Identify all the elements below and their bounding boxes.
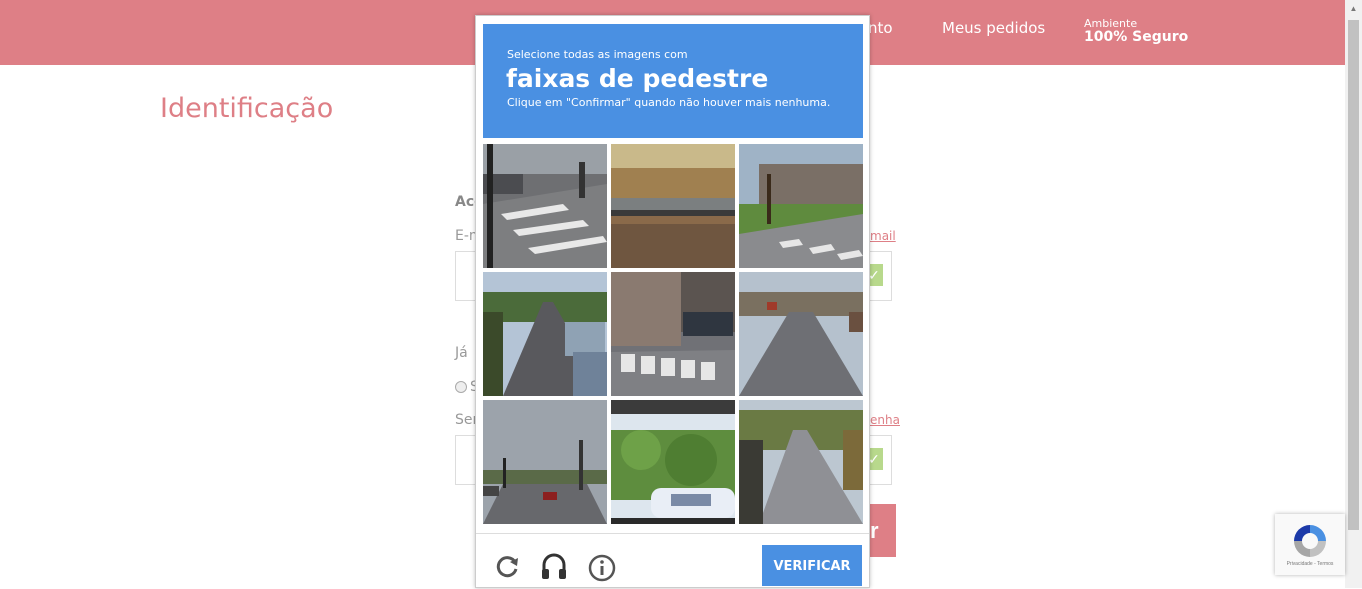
nav-my-orders[interactable]: Meus pedidos <box>942 19 1045 37</box>
password-input[interactable] <box>455 435 477 485</box>
info-icon[interactable] <box>588 554 616 587</box>
captcha-tile-9[interactable] <box>739 400 863 524</box>
verify-button[interactable]: VERIFICAR <box>762 545 862 586</box>
radio-button[interactable] <box>455 381 467 393</box>
captcha-tile-7[interactable] <box>483 400 607 524</box>
captcha-instruction-bottom: Clique em "Confirmar" quando não houver … <box>507 96 831 109</box>
reload-icon[interactable] <box>494 554 520 585</box>
nav-link-partial[interactable]: nto <box>868 19 893 37</box>
captcha-challenge: Selecione todas as imagens com faixas de… <box>475 15 870 588</box>
secure-env-value: 100% Seguro <box>1084 29 1189 45</box>
captcha-target: faixas de pedestre <box>506 64 769 93</box>
email-input[interactable] <box>455 251 477 301</box>
recaptcha-logo-icon <box>1294 525 1326 557</box>
forgot-password-link[interactable]: enha <box>870 413 900 427</box>
page-scrollbar[interactable]: ▲ <box>1345 0 1362 588</box>
captcha-footer: VERIFICAR <box>476 533 869 589</box>
email-help-link[interactable]: mail <box>870 229 896 243</box>
captcha-instructions: Selecione todas as imagens com faixas de… <box>483 24 863 138</box>
scroll-thumb[interactable] <box>1348 20 1359 530</box>
page-title: Identificação <box>160 93 334 124</box>
captcha-tile-3[interactable] <box>739 144 863 268</box>
captcha-instruction-top: Selecione todas as imagens com <box>507 48 688 61</box>
headphones-icon[interactable] <box>541 553 567 586</box>
recaptcha-badge-links[interactable]: Privacidade - Termos <box>1275 561 1345 567</box>
captcha-tile-8[interactable] <box>611 400 735 524</box>
captcha-tile-4[interactable] <box>483 272 607 396</box>
scroll-up-arrow-icon[interactable]: ▲ <box>1345 0 1362 17</box>
recaptcha-badge[interactable]: Privacidade - Termos <box>1275 514 1345 575</box>
captcha-tile-6[interactable] <box>739 272 863 396</box>
captcha-tile-2[interactable] <box>611 144 735 268</box>
captcha-tile-5[interactable] <box>611 272 735 396</box>
captcha-tile-1[interactable] <box>483 144 607 268</box>
already-customer-label: Já <box>455 345 468 361</box>
